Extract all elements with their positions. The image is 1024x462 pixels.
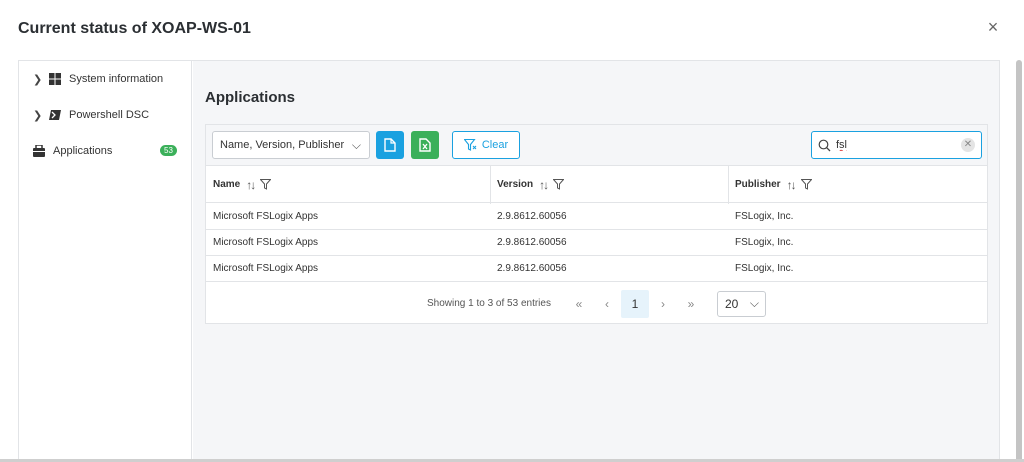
column-header-version[interactable]: Version ↑↓ bbox=[490, 166, 565, 203]
sidebar-item-system-information[interactable]: ❯ System information bbox=[19, 68, 163, 90]
page-title: Applications bbox=[205, 89, 296, 106]
page-size-select[interactable]: 20 ⌵ bbox=[716, 290, 766, 317]
chevron-down-icon: ⌵ bbox=[749, 296, 759, 310]
dialog-body: ❯ System information ❯ Powershell DSC Ap… bbox=[18, 60, 1000, 462]
close-icon[interactable]: × bbox=[984, 18, 1002, 36]
clear-label: Clear bbox=[481, 139, 509, 151]
count-badge: 53 bbox=[160, 145, 177, 156]
cell-publisher: FSLogix, Inc. bbox=[735, 211, 794, 222]
table-row[interactable]: Microsoft FSLogix Apps 2.9.8612.60056 FS… bbox=[206, 204, 987, 230]
sort-icon[interactable]: ↑↓ bbox=[787, 178, 797, 192]
table-row[interactable]: Microsoft FSLogix Apps 2.9.8612.60056 FS… bbox=[206, 230, 987, 256]
filter-icon[interactable] bbox=[800, 179, 812, 190]
chevron-right-icon: ❯ bbox=[33, 109, 43, 122]
sidebar-item-applications[interactable]: Applications 53 bbox=[19, 140, 192, 162]
cell-name: Microsoft FSLogix Apps bbox=[213, 211, 319, 222]
sort-icon[interactable]: ↑↓ bbox=[539, 178, 549, 192]
cell-version: 2.9.8612.60056 bbox=[497, 211, 567, 222]
previous-page-icon[interactable]: ‹ bbox=[593, 290, 621, 318]
filter-icon[interactable] bbox=[260, 179, 272, 190]
last-page-icon[interactable]: » bbox=[677, 290, 705, 318]
sidebar-item-label: System information bbox=[69, 73, 164, 85]
next-page-icon[interactable]: › bbox=[649, 290, 677, 318]
search-box[interactable]: ✕ bbox=[811, 131, 982, 159]
grid-toolbar: Name, Version, Publisher ⌵ Clear fsl ✕ bbox=[206, 125, 987, 166]
cell-publisher: FSLogix, Inc. bbox=[735, 237, 794, 248]
powershell-icon bbox=[49, 109, 63, 121]
search-icon bbox=[818, 139, 831, 152]
sidebar-item-label: Applications bbox=[53, 145, 113, 157]
vertical-scrollbar[interactable] bbox=[1016, 60, 1022, 462]
cell-name: Microsoft FSLogix Apps bbox=[213, 237, 319, 248]
cell-name: Microsoft FSLogix Apps bbox=[213, 263, 319, 274]
sidebar-item-powershell-dsc[interactable]: ❯ Powershell DSC bbox=[19, 104, 149, 126]
chevron-down-icon: ⌵ bbox=[351, 138, 361, 152]
column-header-publisher[interactable]: Publisher ↑↓ bbox=[728, 166, 812, 203]
page-button-current[interactable]: 1 bbox=[620, 289, 649, 318]
export-excel-button[interactable] bbox=[411, 131, 439, 159]
search-input[interactable] bbox=[836, 137, 956, 153]
clear-filter-button[interactable]: Clear bbox=[452, 131, 520, 159]
sort-icon[interactable]: ↑↓ bbox=[246, 178, 256, 192]
column-select-value: Name, Version, Publisher bbox=[220, 139, 345, 151]
table-row[interactable]: Microsoft FSLogix Apps 2.9.8612.60056 FS… bbox=[206, 256, 987, 282]
column-select[interactable]: Name, Version, Publisher ⌵ bbox=[212, 131, 370, 159]
dialog-title: Current status of XOAP-WS-01 bbox=[18, 20, 251, 37]
sidebar-item-label: Powershell DSC bbox=[69, 109, 150, 121]
chevron-right-icon: ❯ bbox=[33, 73, 43, 86]
applications-grid: Name, Version, Publisher ⌵ Clear fsl ✕ N… bbox=[205, 124, 988, 324]
cell-version: 2.9.8612.60056 bbox=[497, 263, 567, 274]
cell-version: 2.9.8612.60056 bbox=[497, 237, 567, 248]
pagination: Showing 1 to 3 of 53 entries « ‹ 1 › » 2… bbox=[206, 282, 987, 325]
file-icon bbox=[384, 138, 396, 152]
column-header-name[interactable]: Name ↑↓ bbox=[206, 166, 272, 203]
applications-icon bbox=[33, 144, 47, 157]
excel-file-icon bbox=[419, 138, 431, 152]
export-file-button[interactable] bbox=[376, 131, 404, 159]
main-content: Applications Name, Version, Publisher ⌵ bbox=[193, 61, 999, 462]
table-header: Name ↑↓ Version ↑↓ Publisher ↑↓ bbox=[206, 166, 987, 203]
pagination-info: Showing 1 to 3 of 53 entries bbox=[427, 298, 551, 309]
page-size-value: 20 bbox=[724, 296, 739, 311]
clear-search-icon[interactable]: ✕ bbox=[961, 138, 975, 152]
cell-publisher: FSLogix, Inc. bbox=[735, 263, 794, 274]
first-page-icon[interactable]: « bbox=[565, 290, 593, 318]
sidebar: ❯ System information ❯ Powershell DSC Ap… bbox=[19, 61, 192, 462]
windows-icon bbox=[49, 73, 63, 85]
filter-icon[interactable] bbox=[553, 179, 565, 190]
status-dialog: Current status of XOAP-WS-01 × ❯ System … bbox=[0, 0, 1016, 462]
filter-clear-icon bbox=[463, 139, 477, 151]
